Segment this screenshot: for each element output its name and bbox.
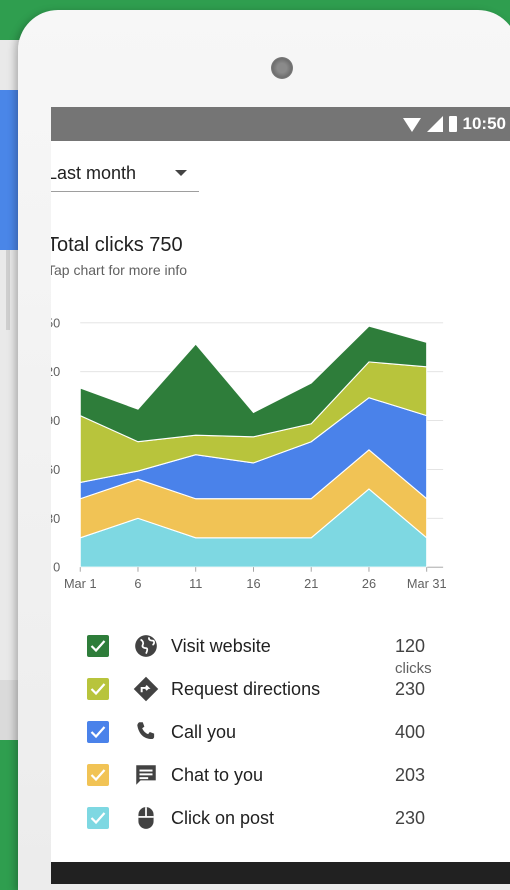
legend-label: Chat to you (171, 765, 264, 785)
y-tick-label: 30 (51, 511, 60, 526)
x-tick-label: 6 (134, 576, 141, 591)
legend-item[interactable]: Click on post 230 (51, 804, 465, 834)
chat-icon (133, 762, 159, 788)
globe-icon (133, 633, 159, 659)
legend-item[interactable]: Visit website 120 clicks (51, 632, 465, 677)
check-icon (90, 640, 106, 653)
y-tick-label: 0 (53, 560, 60, 575)
legend-value-number: 230 (395, 808, 426, 828)
legend-value-number: 120 (395, 636, 426, 656)
phone-screen: 10:50 Last month Total clicks 750 Tap ch… (51, 107, 510, 884)
check-icon (90, 812, 106, 825)
legend-checkbox[interactable] (87, 807, 109, 829)
status-time: 10:50 (462, 114, 506, 133)
directions-icon (133, 676, 159, 702)
x-tick-label: Mar 31 (407, 576, 447, 591)
check-icon (90, 726, 106, 739)
x-tick-label: Mar 1 (64, 576, 97, 591)
phone-icon (133, 719, 159, 745)
y-tick-label: 60 (51, 462, 60, 477)
check-icon (90, 683, 106, 696)
legend-item[interactable]: Request directions 230 (51, 675, 465, 705)
background-scrollbar (6, 250, 10, 330)
wifi-icon (402, 118, 421, 132)
legend-label: Call you (171, 722, 237, 742)
check-icon (90, 769, 106, 782)
page-subtitle: Tap chart for more info (51, 262, 188, 278)
status-bar: 10:50 (51, 107, 510, 141)
page-title: Total clicks 750 (51, 234, 183, 256)
legend-value: 400 (395, 722, 425, 743)
legend-value: 230 (395, 679, 425, 700)
legend-item[interactable]: Chat to you 203 (51, 761, 465, 791)
x-tick-label: 21 (304, 576, 318, 591)
clicks-area-chart[interactable]: 0 30 60 90 120 150 Mar 1 6 11 16 21 26 Mar 31 (51, 300, 465, 610)
period-dropdown[interactable]: Last month (51, 155, 199, 192)
y-tick-label: 90 (51, 413, 60, 428)
legend-checkbox[interactable] (87, 764, 109, 786)
y-tick-label: 150 (51, 315, 60, 330)
chevron-down-icon (175, 170, 187, 176)
legend-checkbox[interactable] (87, 635, 109, 657)
legend-value-number: 400 (395, 722, 426, 742)
navigation-bar (51, 862, 510, 884)
legend-value: 230 (395, 808, 425, 829)
legend-checkbox[interactable] (87, 721, 109, 743)
legend-label: Request directions (171, 679, 321, 699)
signal-icon (426, 116, 443, 132)
period-dropdown-value: Last month (51, 162, 137, 183)
legend-label: Click on post (171, 808, 275, 828)
x-tick-label: 16 (246, 576, 260, 591)
speaker-grille (271, 57, 293, 79)
y-tick-label: 120 (51, 364, 60, 379)
legend-item[interactable]: Call you 400 (51, 718, 465, 748)
x-tick-label: 11 (189, 576, 202, 591)
legend-value: 203 (395, 765, 425, 786)
legend-label: Visit website (171, 636, 271, 656)
legend-value-number: 230 (395, 679, 426, 699)
legend-value-number: 203 (395, 765, 426, 785)
battery-icon (448, 116, 457, 132)
mouse-icon (133, 805, 159, 831)
x-tick-label: 26 (362, 576, 376, 591)
legend-value: 120 clicks (395, 636, 465, 678)
legend-checkbox[interactable] (87, 678, 109, 700)
